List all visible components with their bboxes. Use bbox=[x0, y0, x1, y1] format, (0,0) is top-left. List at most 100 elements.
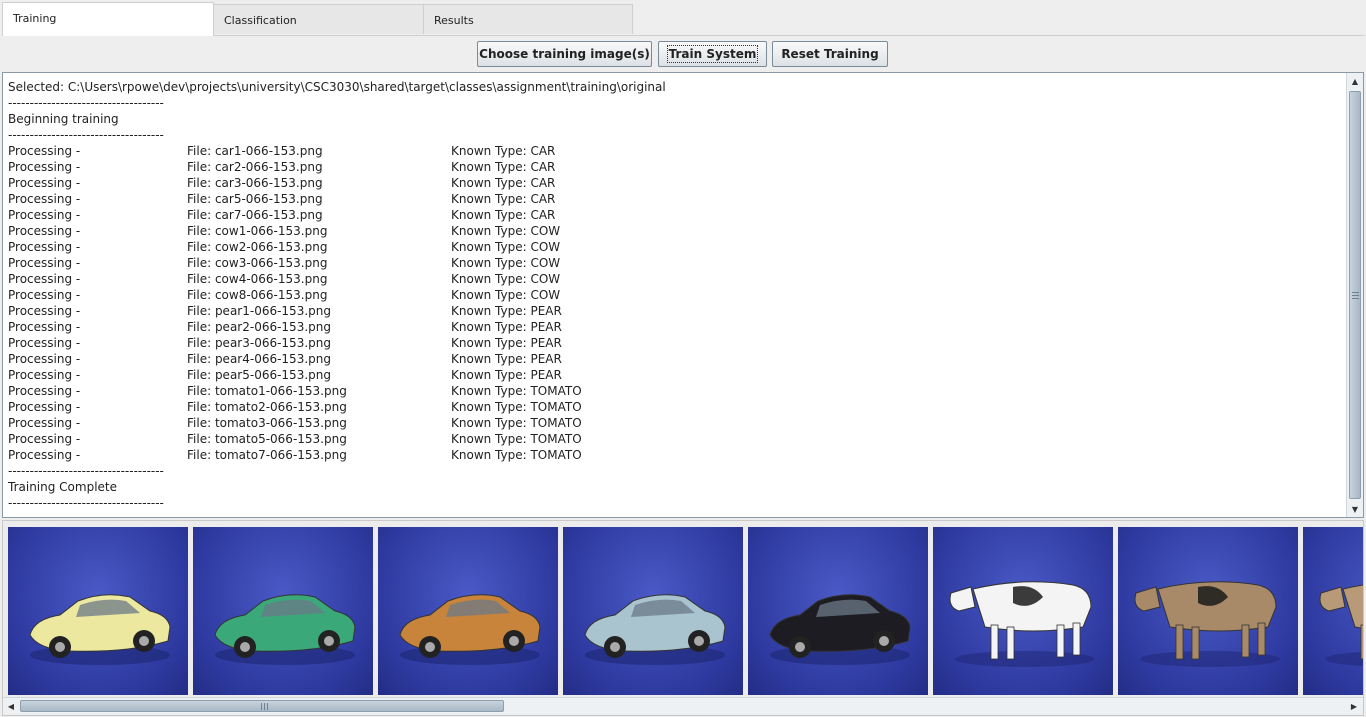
beginning-training-line: Beginning training bbox=[8, 112, 119, 126]
tab-training[interactable]: Training bbox=[2, 2, 214, 36]
processing-known-type: Known Type: COW bbox=[451, 272, 561, 286]
train-system-button[interactable]: Train System bbox=[658, 41, 767, 67]
training-image-car[interactable] bbox=[8, 527, 188, 695]
choose-training-images-label: Choose training image(s) bbox=[479, 47, 650, 61]
train-system-label: Train System bbox=[666, 45, 759, 63]
processing-action: Processing - bbox=[8, 160, 81, 174]
processing-row: Processing - File: cow3-066-153.png Known … bbox=[8, 255, 1343, 271]
training-window: Training Classification Results Choose t… bbox=[0, 0, 1366, 717]
processing-file: File: pear5-066-153.png bbox=[187, 368, 331, 382]
processing-row: Processing - File: tomato2-066-153.png Kno… bbox=[8, 399, 1343, 415]
processing-row: Processing - File: car1-066-153.png Known … bbox=[8, 143, 1343, 159]
processing-known-type: Known Type: COW bbox=[451, 224, 561, 238]
processing-action: Processing - bbox=[8, 432, 81, 446]
processing-file: File: cow1-066-153.png bbox=[187, 224, 328, 238]
processing-known-type: Known Type: PEAR bbox=[451, 368, 562, 382]
training-image-car[interactable] bbox=[378, 527, 558, 695]
processing-file: File: cow2-066-153.png bbox=[187, 240, 328, 254]
processing-action: Processing - bbox=[8, 368, 81, 382]
processing-row: Processing - File: pear5-066-153.png Known… bbox=[8, 367, 1343, 383]
training-image-car[interactable] bbox=[193, 527, 373, 695]
processing-action: Processing - bbox=[8, 224, 81, 238]
thumb-grip bbox=[1352, 295, 1359, 296]
separator-line: ------------------------------------ bbox=[8, 464, 164, 478]
thumb-grip bbox=[264, 703, 265, 710]
tab-results[interactable]: Results bbox=[423, 4, 633, 34]
processing-row: Processing - File: tomato1-066-153.png Kno… bbox=[8, 383, 1343, 399]
log-vertical-scrollbar[interactable]: ▲ ▼ bbox=[1346, 73, 1363, 517]
scroll-up-arrow-icon[interactable]: ▲ bbox=[1347, 73, 1363, 89]
processing-action: Processing - bbox=[8, 400, 81, 414]
processing-row: Processing - File: car3-066-153.png Known … bbox=[8, 175, 1343, 191]
processing-row: Processing - File: pear4-066-153.png Known… bbox=[8, 351, 1343, 367]
processing-action: Processing - bbox=[8, 384, 81, 398]
processing-known-type: Known Type: CAR bbox=[451, 176, 556, 190]
image-strip-scroll-thumb[interactable] bbox=[20, 700, 504, 712]
training-image-cow[interactable] bbox=[1118, 527, 1298, 695]
log-scroll-thumb[interactable] bbox=[1349, 91, 1361, 499]
reset-training-button[interactable]: Reset Training bbox=[772, 41, 888, 67]
processing-row: Processing - File: tomato5-066-153.png Kno… bbox=[8, 431, 1343, 447]
processing-action: Processing - bbox=[8, 208, 81, 222]
processing-action: Processing - bbox=[8, 176, 81, 190]
processing-action: Processing - bbox=[8, 192, 81, 206]
processing-row: Processing - File: cow8-066-153.png Known … bbox=[8, 287, 1343, 303]
processing-file: File: cow3-066-153.png bbox=[187, 256, 328, 270]
tab-results-label: Results bbox=[434, 14, 474, 27]
tab-classification-label: Classification bbox=[224, 14, 297, 27]
processing-action: Processing - bbox=[8, 304, 81, 318]
processing-known-type: Known Type: COW bbox=[451, 288, 561, 302]
processing-file: File: tomato1-066-153.png bbox=[187, 384, 347, 398]
tab-bar: Training Classification Results bbox=[0, 0, 1366, 36]
processing-file: File: car7-066-153.png bbox=[187, 208, 323, 222]
processing-action: Processing - bbox=[8, 144, 81, 158]
processing-row: Processing - File: tomato7-066-153.png Kno… bbox=[8, 447, 1343, 463]
training-image-car[interactable] bbox=[748, 527, 928, 695]
thumb-grip bbox=[1352, 298, 1359, 299]
processing-row: Processing - File: cow1-066-153.png Known … bbox=[8, 223, 1343, 239]
processing-known-type: Known Type: TOMATO bbox=[451, 432, 582, 446]
training-log[interactable]: Selected: C:\Users\rpowe\dev\projects\un… bbox=[2, 72, 1364, 518]
image-strip-horizontal-scrollbar[interactable]: ◀ ▶ bbox=[3, 697, 1363, 714]
processing-known-type: Known Type: PEAR bbox=[451, 336, 562, 350]
scroll-down-arrow-icon[interactable]: ▼ bbox=[1347, 501, 1363, 517]
processing-row: Processing - File: pear3-066-153.png Known… bbox=[8, 335, 1343, 351]
processing-known-type: Known Type: PEAR bbox=[451, 320, 562, 334]
scroll-right-arrow-icon[interactable]: ▶ bbox=[1346, 698, 1362, 714]
processing-file: File: pear2-066-153.png bbox=[187, 320, 331, 334]
processing-known-type: Known Type: CAR bbox=[451, 192, 556, 206]
processing-file: File: pear1-066-153.png bbox=[187, 304, 331, 318]
processing-row: Processing - File: car2-066-153.png Known … bbox=[8, 159, 1343, 175]
tab-training-label: Training bbox=[13, 12, 57, 25]
processing-row: Processing - File: car7-066-153.png Known … bbox=[8, 207, 1343, 223]
processing-row: Processing - File: car5-066-153.png Known … bbox=[8, 191, 1343, 207]
processing-file: File: car1-066-153.png bbox=[187, 144, 323, 158]
selected-path-line: Selected: C:\Users\rpowe\dev\projects\un… bbox=[8, 80, 666, 94]
training-image-car[interactable] bbox=[563, 527, 743, 695]
processing-known-type: Known Type: COW bbox=[451, 240, 561, 254]
processing-action: Processing - bbox=[8, 448, 81, 462]
training-image-cow[interactable] bbox=[933, 527, 1113, 695]
separator-line: ------------------------------------ bbox=[8, 496, 164, 510]
processing-known-type: Known Type: COW bbox=[451, 256, 561, 270]
processing-known-type: Known Type: PEAR bbox=[451, 304, 562, 318]
training-complete-line: Training Complete bbox=[8, 480, 117, 494]
tab-classification[interactable]: Classification bbox=[213, 4, 424, 34]
choose-training-images-button[interactable]: Choose training image(s) bbox=[477, 41, 652, 67]
separator-line: ------------------------------------ bbox=[8, 96, 164, 110]
training-toolbar: Choose training image(s) Train System Re… bbox=[0, 36, 1366, 72]
processing-action: Processing - bbox=[8, 336, 81, 350]
processing-file: File: pear4-066-153.png bbox=[187, 352, 331, 366]
processing-known-type: Known Type: TOMATO bbox=[451, 416, 582, 430]
processing-known-type: Known Type: CAR bbox=[451, 144, 556, 158]
processing-action: Processing - bbox=[8, 272, 81, 286]
training-image-cow[interactable] bbox=[1303, 527, 1363, 695]
training-image-strip: ◀ ▶ bbox=[2, 520, 1364, 716]
processing-file: File: cow4-066-153.png bbox=[187, 272, 328, 286]
scroll-left-arrow-icon[interactable]: ◀ bbox=[3, 698, 19, 714]
training-log-content: Selected: C:\Users\rpowe\dev\projects\un… bbox=[8, 79, 1343, 511]
processing-known-type: Known Type: CAR bbox=[451, 160, 556, 174]
processing-row: Processing - File: cow4-066-153.png Known … bbox=[8, 271, 1343, 287]
processing-known-type: Known Type: TOMATO bbox=[451, 448, 582, 462]
processing-file: File: tomato5-066-153.png bbox=[187, 432, 347, 446]
